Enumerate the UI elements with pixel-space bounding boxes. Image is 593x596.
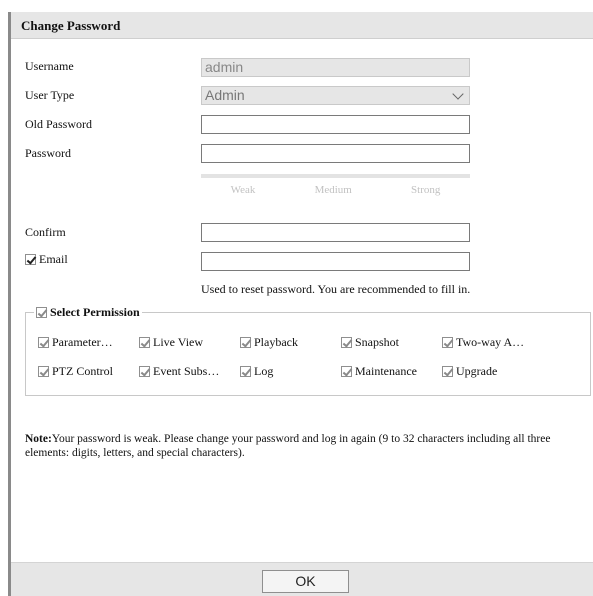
email-field[interactable]: [201, 252, 470, 271]
permission-label: Snapshot: [355, 335, 400, 349]
permission-live-view[interactable]: Live View: [139, 335, 240, 350]
permission-label: Live View: [153, 335, 204, 349]
user-type-value: Admin: [205, 87, 245, 103]
permission-parameter[interactable]: Parameter…: [38, 335, 139, 350]
permission-checkbox[interactable]: [38, 337, 49, 348]
permission-checkbox[interactable]: [139, 366, 150, 377]
permission-maintenance[interactable]: Maintenance: [341, 364, 442, 379]
email-checkbox-row[interactable]: Email: [25, 252, 68, 267]
permission-label: Parameter…: [52, 335, 113, 349]
permission-upgrade[interactable]: Upgrade: [442, 364, 543, 379]
note-label: Note:: [25, 433, 52, 445]
permission-label: PTZ Control: [52, 364, 114, 378]
old-password-label: Old Password: [25, 117, 93, 131]
dialog-footer: OK: [11, 562, 593, 596]
permission-label: Two-way A…: [456, 335, 525, 349]
username-label: Username: [25, 59, 74, 73]
permission-checkbox[interactable]: [341, 337, 352, 348]
strength-strong: Strong: [411, 184, 441, 196]
password-strength-bar: [201, 174, 470, 178]
permission-checkbox[interactable]: [139, 337, 150, 348]
permission-log[interactable]: Log: [240, 364, 341, 379]
confirm-password-field[interactable]: [201, 223, 470, 242]
permission-two-way-audio[interactable]: Two-way A…: [442, 335, 543, 350]
permission-playback[interactable]: Playback: [240, 335, 341, 350]
password-field[interactable]: [201, 144, 470, 163]
password-note: Note:Your password is weak. Please chang…: [25, 432, 585, 460]
permission-checkbox[interactable]: [442, 366, 453, 377]
permission-label: Upgrade: [456, 364, 498, 378]
permission-checkbox[interactable]: [442, 337, 453, 348]
permission-row-2: PTZ Control Event Subs… Log Maintenance …: [38, 364, 588, 379]
user-type-label: User Type: [25, 88, 75, 102]
permission-snapshot[interactable]: Snapshot: [341, 335, 442, 350]
note-text: Your password is weak. Please change you…: [25, 433, 551, 459]
email-checkbox[interactable]: [25, 254, 36, 265]
username-field: admin: [201, 58, 470, 77]
permission-row-1: Parameter… Live View Playback Snapshot T…: [38, 335, 588, 350]
select-all-permission-checkbox[interactable]: [36, 307, 47, 318]
email-label: Email: [39, 252, 68, 266]
select-permission-legend[interactable]: Select Permission: [34, 305, 142, 320]
permission-group: Select Permission Parameter… Live View P…: [25, 305, 591, 396]
old-password-field[interactable]: [201, 115, 470, 134]
strength-medium: Medium: [314, 184, 352, 196]
password-label: Password: [25, 146, 72, 160]
email-hint: Used to reset password. You are recommen…: [201, 282, 471, 296]
dialog-title: Change Password: [11, 12, 593, 39]
ok-button[interactable]: OK: [262, 570, 349, 593]
permission-ptz-control[interactable]: PTZ Control: [38, 364, 139, 379]
password-strength-labels: Weak Medium Strong: [201, 184, 470, 196]
permission-event-subscription[interactable]: Event Subs…: [139, 364, 240, 379]
permission-label: Maintenance: [355, 364, 417, 378]
permission-checkbox[interactable]: [240, 366, 251, 377]
change-password-dialog: Change Password Username admin User Type…: [8, 12, 593, 596]
confirm-label: Confirm: [25, 225, 66, 239]
permission-label: Playback: [254, 335, 298, 349]
user-type-select[interactable]: Admin: [201, 86, 470, 105]
select-permission-label: Select Permission: [50, 305, 140, 319]
permission-label: Log: [254, 364, 274, 378]
chevron-down-icon: [452, 88, 464, 100]
permission-label: Event Subs…: [153, 364, 220, 378]
strength-weak: Weak: [230, 184, 256, 196]
permission-checkbox[interactable]: [240, 337, 251, 348]
permission-checkbox[interactable]: [341, 366, 352, 377]
permission-checkbox[interactable]: [38, 366, 49, 377]
